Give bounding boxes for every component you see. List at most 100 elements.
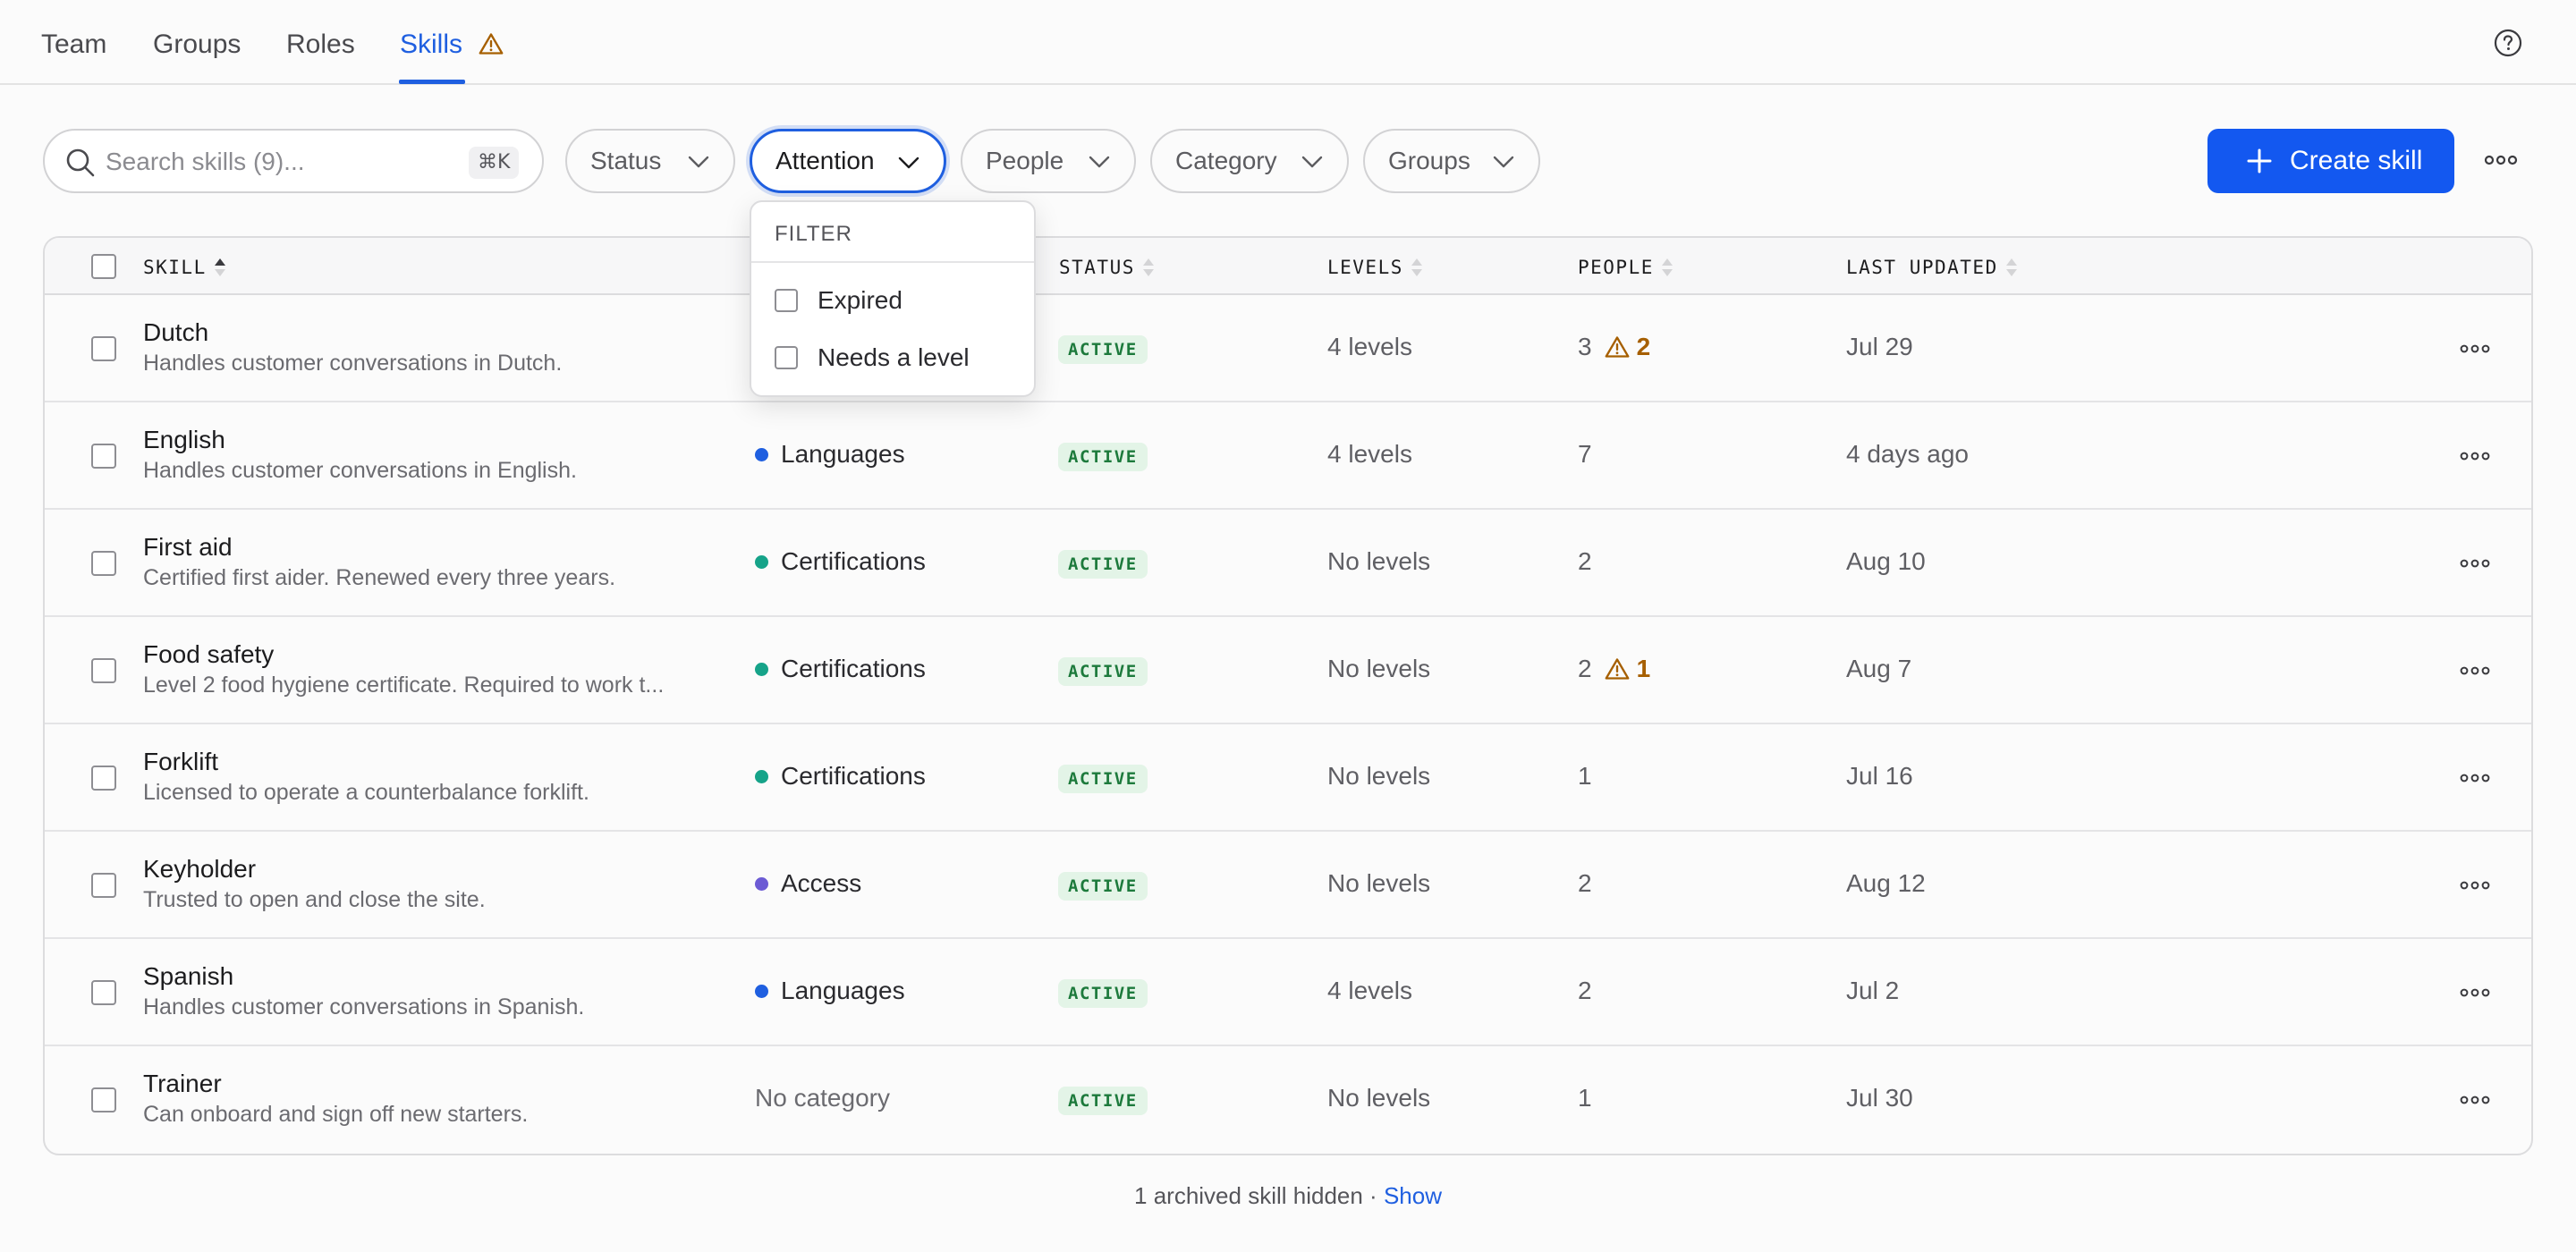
- table-header: SKILL STATUS LEVELS PEOPLE LAST UPDATED: [45, 238, 2531, 295]
- archived-footer: 1 archived skill hidden · Show: [0, 1182, 2576, 1210]
- table-row[interactable]: Spanish Handles customer conversations in…: [45, 939, 2531, 1046]
- table-row[interactable]: Forklift Licensed to operate a counterbal…: [45, 724, 2531, 832]
- levels-value: No levels: [1327, 655, 1431, 682]
- show-archived-link[interactable]: Show: [1384, 1182, 1442, 1209]
- row-checkbox[interactable]: [91, 980, 116, 1005]
- levels-value: No levels: [1327, 547, 1431, 575]
- row-more-icon[interactable]: [2460, 984, 2490, 1002]
- category-dot: [755, 554, 768, 569]
- skill-name[interactable]: Dutch: [143, 318, 208, 347]
- tab-skills-label: Skills: [400, 30, 463, 59]
- people-value: 1: [1578, 1084, 1592, 1112]
- status-badge: ACTIVE: [1058, 765, 1148, 793]
- search-input[interactable]: [106, 143, 445, 181]
- row-more-icon[interactable]: [2460, 447, 2490, 465]
- attention-value: 2: [1636, 333, 1651, 360]
- tab-groups[interactable]: Groups: [153, 27, 241, 63]
- skill-description: Certified first aider. Renewed every thr…: [143, 565, 616, 590]
- skill-name[interactable]: Keyholder: [143, 855, 256, 884]
- row-more-icon[interactable]: [2460, 662, 2490, 680]
- row-checkbox[interactable]: [91, 766, 116, 791]
- skill-name[interactable]: First aid: [143, 533, 233, 562]
- category-tag: Certifications: [755, 655, 926, 683]
- column-header-status[interactable]: STATUS: [1059, 256, 1157, 279]
- dropdown-title: FILTER: [775, 222, 852, 246]
- skill-name[interactable]: Spanish: [143, 962, 233, 991]
- status-badge: ACTIVE: [1058, 979, 1148, 1008]
- filter-category[interactable]: Category: [1150, 129, 1349, 193]
- skill-name[interactable]: Food safety: [143, 640, 274, 669]
- chevron-down-icon: [898, 156, 919, 169]
- dropdown-divider: [751, 261, 1034, 263]
- skill-description: Handles customer conversations in Spanis…: [143, 994, 585, 1019]
- column-header-people-label: PEOPLE: [1578, 257, 1654, 278]
- row-checkbox[interactable]: [91, 873, 116, 898]
- create-skill-label: Create skill: [2290, 146, 2423, 175]
- create-skill-button[interactable]: Create skill: [2207, 129, 2454, 193]
- tab-roles[interactable]: Roles: [286, 27, 355, 63]
- tab-skills[interactable]: Skills: [400, 27, 504, 63]
- skill-description: Handles customer conversations in Englis…: [143, 458, 577, 483]
- row-checkbox[interactable]: [91, 658, 116, 683]
- more-options-icon[interactable]: [2483, 147, 2519, 173]
- column-header-levels[interactable]: LEVELS: [1327, 256, 1425, 279]
- filter-option-needs-a-level[interactable]: Needs a level: [775, 340, 970, 376]
- category-dot: [755, 769, 768, 783]
- column-header-last-updated-label: LAST UPDATED: [1846, 257, 1998, 278]
- filter-option-label: Needs a level: [818, 343, 970, 371]
- column-header-skill[interactable]: SKILL: [143, 256, 228, 279]
- attention-value: 1: [1636, 655, 1651, 682]
- last-updated-value: 4 days ago: [1846, 440, 1969, 468]
- table-row[interactable]: English Handles customer conversations in…: [45, 402, 2531, 510]
- levels-value: No levels: [1327, 869, 1431, 897]
- filter-option-checkbox[interactable]: [775, 289, 798, 312]
- category-dot: [755, 662, 768, 676]
- sort-icon: [1661, 258, 1673, 276]
- table-row[interactable]: Food safety Level 2 food hygiene certific…: [45, 617, 2531, 724]
- levels-value: 4 levels: [1327, 977, 1412, 1004]
- table-row[interactable]: Keyholder Trusted to open and close the s…: [45, 832, 2531, 939]
- row-more-icon[interactable]: [2460, 554, 2490, 572]
- skill-description: Level 2 food hygiene certificate. Requir…: [143, 673, 665, 698]
- category-tag: No category: [755, 1084, 890, 1112]
- warning-icon: [479, 33, 504, 55]
- chevron-down-icon: [688, 156, 709, 168]
- sort-ascending-icon: [214, 258, 225, 276]
- skill-name[interactable]: Forklift: [143, 748, 218, 776]
- filter-option-checkbox[interactable]: [775, 346, 798, 369]
- row-more-icon[interactable]: [2460, 769, 2490, 787]
- people-value: 7: [1578, 440, 1592, 468]
- table-row[interactable]: Dutch Handles customer conversations in D…: [45, 295, 2531, 402]
- people-value: 1: [1578, 762, 1592, 790]
- row-checkbox[interactable]: [91, 1087, 116, 1112]
- row-checkbox[interactable]: [91, 444, 116, 469]
- column-header-people[interactable]: PEOPLE: [1578, 256, 1675, 279]
- tab-team[interactable]: Team: [41, 27, 106, 63]
- people-count: 21: [1578, 655, 1650, 683]
- search-box[interactable]: ⌘K: [43, 129, 544, 193]
- people-count: 2: [1578, 869, 1592, 898]
- filter-option-expired[interactable]: Expired: [775, 283, 902, 318]
- column-header-last-updated[interactable]: LAST UPDATED: [1846, 256, 2020, 279]
- row-more-icon[interactable]: [2460, 1091, 2490, 1109]
- filter-attention[interactable]: Attention: [750, 129, 946, 193]
- table-row[interactable]: Trainer Can onboard and sign off new star…: [45, 1046, 2531, 1154]
- help-circle-icon[interactable]: [2494, 29, 2522, 57]
- people-count: 1: [1578, 1084, 1592, 1112]
- status-badge: ACTIVE: [1058, 550, 1148, 579]
- filter-people[interactable]: People: [961, 129, 1136, 193]
- table-row[interactable]: First aid Certified first aider. Renewed …: [45, 510, 2531, 617]
- levels-value: 4 levels: [1327, 333, 1412, 360]
- row-more-icon[interactable]: [2460, 340, 2490, 358]
- last-updated-value: Aug 12: [1846, 869, 1926, 897]
- skill-description: Licensed to operate a counterbalance for…: [143, 780, 589, 805]
- row-more-icon[interactable]: [2460, 876, 2490, 894]
- row-checkbox[interactable]: [91, 336, 116, 361]
- select-all-checkbox[interactable]: [91, 254, 116, 279]
- skill-name[interactable]: Trainer: [143, 1070, 222, 1098]
- skill-name[interactable]: English: [143, 426, 225, 454]
- filter-groups[interactable]: Groups: [1363, 129, 1540, 193]
- row-checkbox[interactable]: [91, 551, 116, 576]
- filter-status[interactable]: Status: [565, 129, 735, 193]
- category-dot: [755, 876, 768, 891]
